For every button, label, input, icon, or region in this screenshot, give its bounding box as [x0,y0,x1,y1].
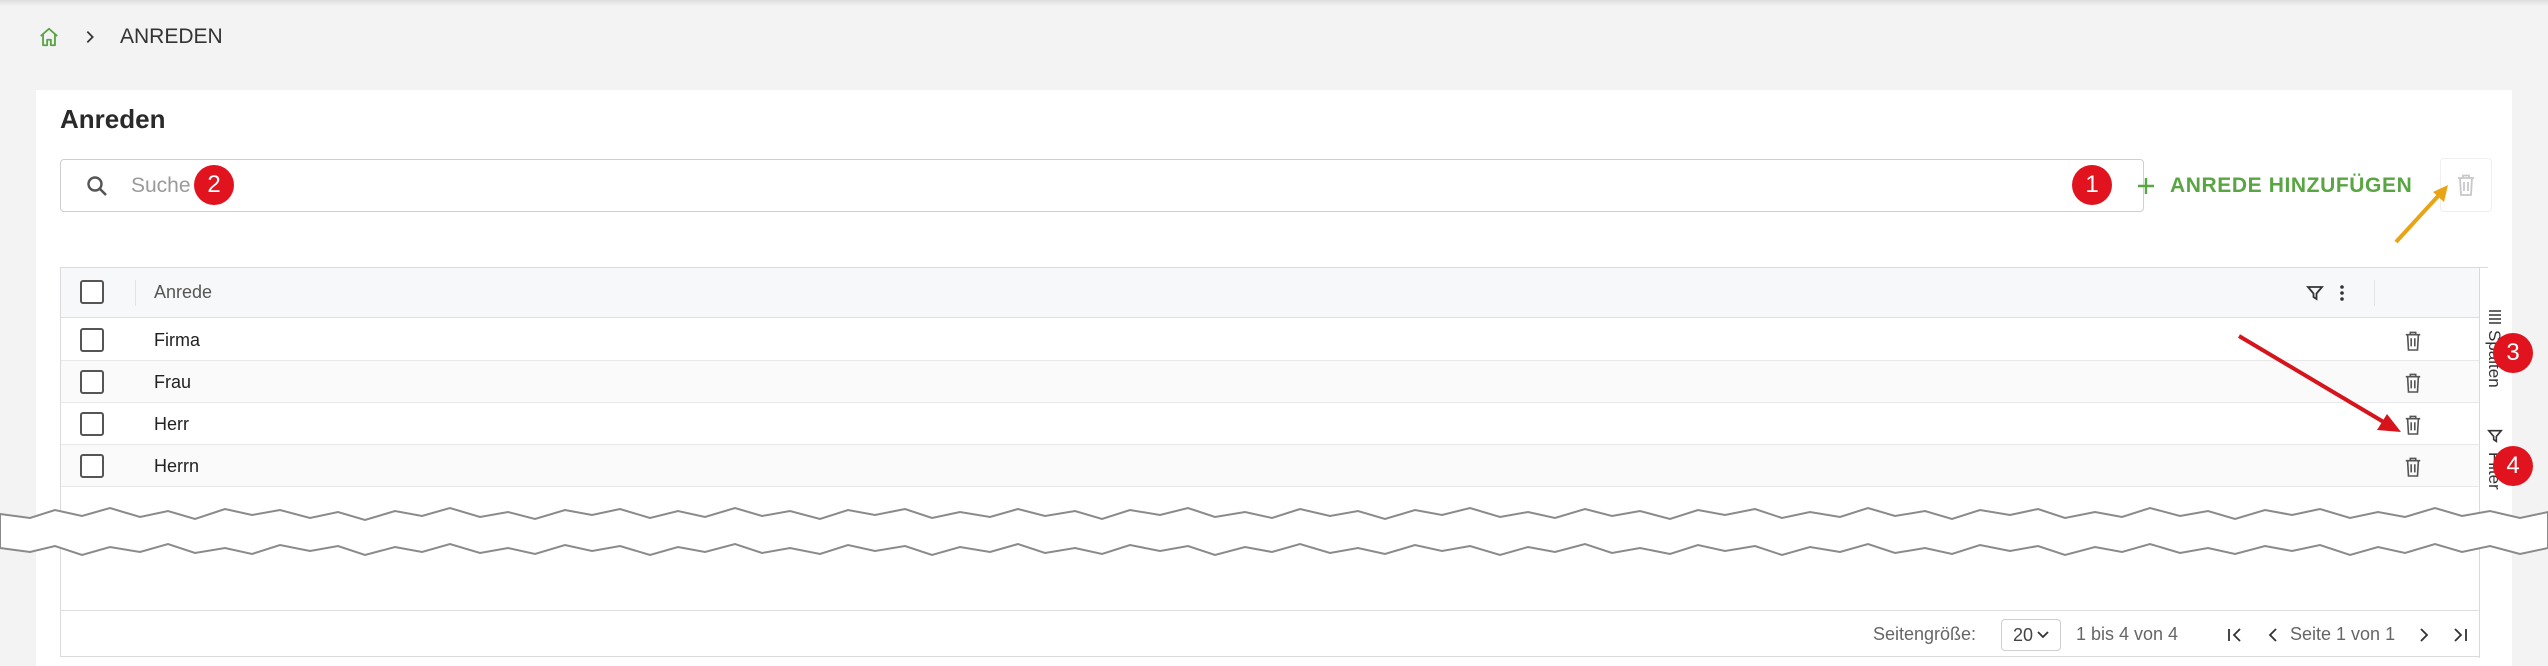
first-page-icon[interactable] [2226,626,2244,644]
page-size-value: 20 [2012,624,2034,645]
previous-page-icon[interactable] [2264,626,2282,644]
main-card: Anreden Suche 2 1 ANREDE HINZUFÜGEN Anre… [36,90,2512,666]
columns-icon[interactable] [2487,310,2503,324]
breadcrumb-current: ANREDEN [120,25,223,48]
row-delete-icon[interactable] [2404,456,2422,478]
filter-panel-icon[interactable] [2487,428,2503,444]
grid-header: Anrede [61,268,2489,318]
row-checkbox[interactable] [80,412,104,436]
pagination-bar: Seitengröße: 20 1 bis 4 von 4 Seite 1 vo… [61,610,2479,658]
breadcrumb: ANREDEN [38,22,223,52]
plus-icon [2138,178,2154,194]
row-anrede: Herr [154,414,189,434]
row-checkbox[interactable] [80,370,104,394]
table-row[interactable]: Frau [61,361,2479,403]
search-input[interactable]: Suche [60,159,2144,212]
column-menu-icon[interactable] [2338,284,2346,302]
add-anrede-button[interactable]: ANREDE HINZUFÜGEN [2136,169,2412,203]
column-separator [2374,280,2375,306]
annotation-badge-3: 3 [2493,333,2533,373]
filter-icon[interactable] [2306,284,2324,302]
row-checkbox[interactable] [80,328,104,352]
annotation-badge-1: 1 [2072,165,2112,205]
annotation-badge-4: 4 [2493,446,2533,486]
annotation-arrow-red [2237,334,2401,432]
next-page-icon[interactable] [2415,626,2433,644]
column-header-anrede[interactable]: Anrede [154,282,212,303]
column-separator [135,280,136,306]
row-anrede: Firma [154,330,200,350]
annotation-badge-2: 2 [194,165,234,205]
select-all-checkbox[interactable] [80,280,104,304]
home-icon[interactable] [38,26,60,48]
trash-icon [2458,174,2474,196]
top-shadow [0,0,2548,6]
page-size-label: Seitengröße: [1873,624,1977,644]
page-info: Seite 1 von 1 [2290,624,2396,644]
search-icon [87,175,107,196]
pagination-range: 1 bis 4 von 4 [2076,624,2179,644]
page-title: Anreden [60,104,166,134]
data-grid: Anrede Firma Frau Herr Herrn Seitengröße… [60,267,2509,658]
table-row[interactable]: Herrn [61,445,2479,487]
table-row[interactable]: Firma [61,319,2479,361]
torn-edge-effect [0,506,2548,557]
table-row[interactable]: Herr [61,403,2479,445]
row-anrede: Herrn [154,456,200,476]
chevron-down-icon [2037,631,2049,639]
page-size-select[interactable]: 20 [2001,619,2061,651]
annotation-arrow-orange [2394,185,2448,244]
row-anrede: Frau [154,372,192,392]
chevron-right-icon [82,29,98,45]
add-anrede-label: ANREDE HINZUFÜGEN [2170,174,2413,197]
last-page-icon[interactable] [2451,626,2469,644]
search-placeholder: Suche [131,173,191,197]
row-checkbox[interactable] [80,454,104,478]
